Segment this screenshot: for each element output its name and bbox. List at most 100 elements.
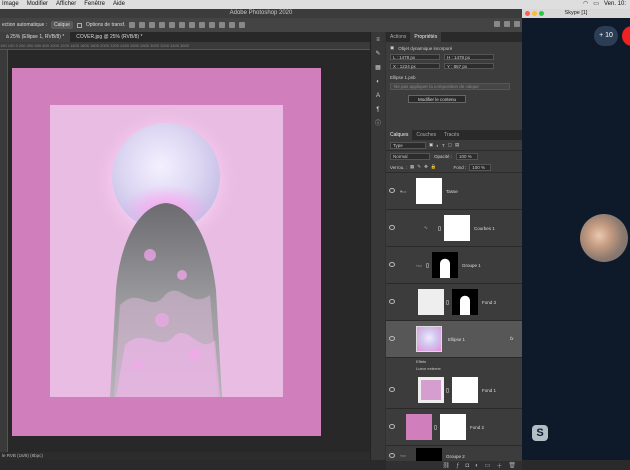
- layer-row[interactable]: Fond 1: [386, 372, 522, 409]
- 3d-rotate-icon[interactable]: [199, 22, 206, 28]
- visibility-eye-icon[interactable]: [389, 188, 395, 193]
- filter-text-icon[interactable]: T: [442, 143, 445, 148]
- align-center-icon[interactable]: [139, 22, 146, 28]
- workspace-icon[interactable]: [504, 21, 510, 27]
- close-icon[interactable]: [525, 11, 530, 16]
- align-right-icon[interactable]: [149, 22, 156, 28]
- clock[interactable]: Ven. 10:: [604, 0, 626, 9]
- lock-all-icon[interactable]: 🔒: [431, 164, 437, 170]
- filter-smart-icon[interactable]: ▤: [455, 142, 459, 148]
- layer-row[interactable]: ›▭ Groupe 1: [386, 247, 522, 284]
- align-top-icon[interactable]: [159, 22, 166, 28]
- info-icon[interactable]: ⓘ: [374, 120, 382, 128]
- layer-row[interactable]: ∿ Courbes 1: [386, 210, 522, 247]
- wifi-icon[interactable]: ◠: [583, 0, 588, 9]
- align-bottom-icon[interactable]: [179, 22, 186, 28]
- blend-mode-select[interactable]: Normal: [390, 153, 430, 160]
- battery-icon[interactable]: ▭: [593, 0, 599, 9]
- maximize-icon[interactable]: [539, 11, 544, 16]
- visibility-eye-icon[interactable]: [389, 424, 395, 429]
- 3d-drag-icon[interactable]: [219, 22, 226, 28]
- width-field[interactable]: L : 1478 px: [390, 54, 440, 60]
- 3d-roll-icon[interactable]: [209, 22, 216, 28]
- menu-fenetre[interactable]: Fenêtre: [84, 0, 105, 9]
- edit-contents-button[interactable]: Modifier le contenu: [408, 95, 466, 103]
- layer-name[interactable]: Groupe 2: [446, 454, 465, 459]
- add-mask-icon[interactable]: ◘: [465, 463, 469, 469]
- menu-aide[interactable]: Aide: [113, 0, 125, 9]
- visibility-eye-icon[interactable]: [389, 453, 395, 458]
- tab-channels[interactable]: Couches: [412, 130, 440, 140]
- opacity-input[interactable]: 100 %: [456, 153, 479, 160]
- effect-outer-glow[interactable]: Lueur externe: [416, 365, 522, 372]
- layer-row[interactable]: ▾▭ Tasse: [386, 173, 522, 210]
- visibility-eye-icon[interactable]: [389, 262, 395, 267]
- add-participants-button[interactable]: + 10: [594, 26, 618, 46]
- fx-icon[interactable]: fx: [510, 336, 514, 341]
- swatches-icon[interactable]: ▦: [374, 64, 382, 72]
- visibility-eye-icon[interactable]: [389, 336, 395, 341]
- menu-image[interactable]: Image: [2, 0, 19, 9]
- search-icon[interactable]: [494, 21, 500, 27]
- layer-name[interactable]: Tasse: [446, 189, 458, 194]
- link-layers-icon[interactable]: ⛓: [442, 462, 450, 469]
- x-field[interactable]: X : 1224 px: [390, 63, 440, 69]
- lock-paint-icon[interactable]: ✎: [417, 164, 421, 170]
- visibility-eye-icon[interactable]: [389, 299, 395, 304]
- share-icon[interactable]: [514, 21, 520, 27]
- target-select[interactable]: Calque: [51, 21, 73, 29]
- layer-row[interactable]: Fond 2: [386, 409, 522, 446]
- minimize-icon[interactable]: [532, 11, 537, 16]
- align-middle-icon[interactable]: [169, 22, 176, 28]
- filter-adjust-icon[interactable]: ◐: [436, 143, 439, 148]
- layer-row[interactable]: Fond 3: [386, 284, 522, 321]
- height-field[interactable]: H : 1478 px: [444, 54, 494, 60]
- tab-layers[interactable]: Calques: [386, 130, 413, 140]
- fill-input[interactable]: 100 %: [469, 163, 492, 171]
- layer-name[interactable]: Fond 1: [482, 388, 496, 393]
- brush-icon[interactable]: ✎: [374, 50, 382, 58]
- character-icon[interactable]: A: [374, 92, 382, 100]
- history-icon[interactable]: ≡: [374, 36, 382, 44]
- filter-pixel-icon[interactable]: ▣: [429, 142, 433, 148]
- new-group-icon[interactable]: ▭: [485, 462, 491, 469]
- adjustment-icon[interactable]: ◐: [475, 463, 479, 469]
- tab-actions[interactable]: Actions: [386, 32, 410, 42]
- 3d-scale-icon[interactable]: [239, 22, 246, 28]
- paragraph-icon[interactable]: ¶: [374, 106, 382, 114]
- fx-add-icon[interactable]: ƒ: [456, 463, 459, 469]
- document-canvas[interactable]: [12, 68, 321, 436]
- end-call-button[interactable]: [622, 26, 630, 46]
- layer-name[interactable]: Groupe 1: [462, 263, 481, 268]
- canvas-area[interactable]: [8, 50, 370, 452]
- filter-shape-icon[interactable]: ▢: [448, 142, 452, 148]
- tab-paths[interactable]: Tracés: [440, 130, 463, 140]
- lock-move-icon[interactable]: ✥: [424, 164, 428, 170]
- align-left-icon[interactable]: [129, 22, 136, 28]
- tab-cover-jpg[interactable]: COVER.jpg @ 25% (RVB/8) *: [70, 32, 148, 42]
- adjust-icon[interactable]: ◐: [374, 78, 382, 86]
- avatar[interactable]: [580, 214, 628, 262]
- filter-type-select[interactable]: Type: [390, 141, 426, 149]
- layer-name[interactable]: Courbes 1: [474, 226, 495, 231]
- 3d-slide-icon[interactable]: [229, 22, 236, 28]
- layer-row-selected[interactable]: Ellipse 1 fx: [386, 321, 522, 358]
- new-layer-icon[interactable]: ＋: [496, 461, 502, 470]
- layer-name[interactable]: Fond 3: [482, 300, 496, 305]
- lock-pixels-icon[interactable]: ▦: [410, 164, 414, 170]
- menu-modifier[interactable]: Modifier: [27, 0, 48, 9]
- trash-icon[interactable]: 🗑: [508, 462, 516, 469]
- layer-name[interactable]: Fond 2: [470, 425, 484, 430]
- transform-options-checkbox[interactable]: [76, 22, 82, 28]
- distribute-icon[interactable]: [189, 22, 196, 28]
- visibility-eye-icon[interactable]: [389, 387, 395, 392]
- effects-label[interactable]: Effets: [416, 358, 522, 365]
- tab-cover-psd[interactable]: à 25% (Ellipse 1, RVB/8) *: [0, 32, 71, 42]
- tab-properties[interactable]: Propriétés: [410, 32, 442, 42]
- visibility-eye-icon[interactable]: [389, 225, 395, 230]
- layer-name[interactable]: Ellipse 1: [448, 337, 465, 342]
- artwork-frame[interactable]: [50, 105, 283, 397]
- y-field[interactable]: Y : 867 px: [444, 63, 494, 69]
- layer-comp-select[interactable]: Ne pas appliquer la composition de calqu…: [390, 83, 510, 90]
- menu-afficher[interactable]: Afficher: [56, 0, 76, 9]
